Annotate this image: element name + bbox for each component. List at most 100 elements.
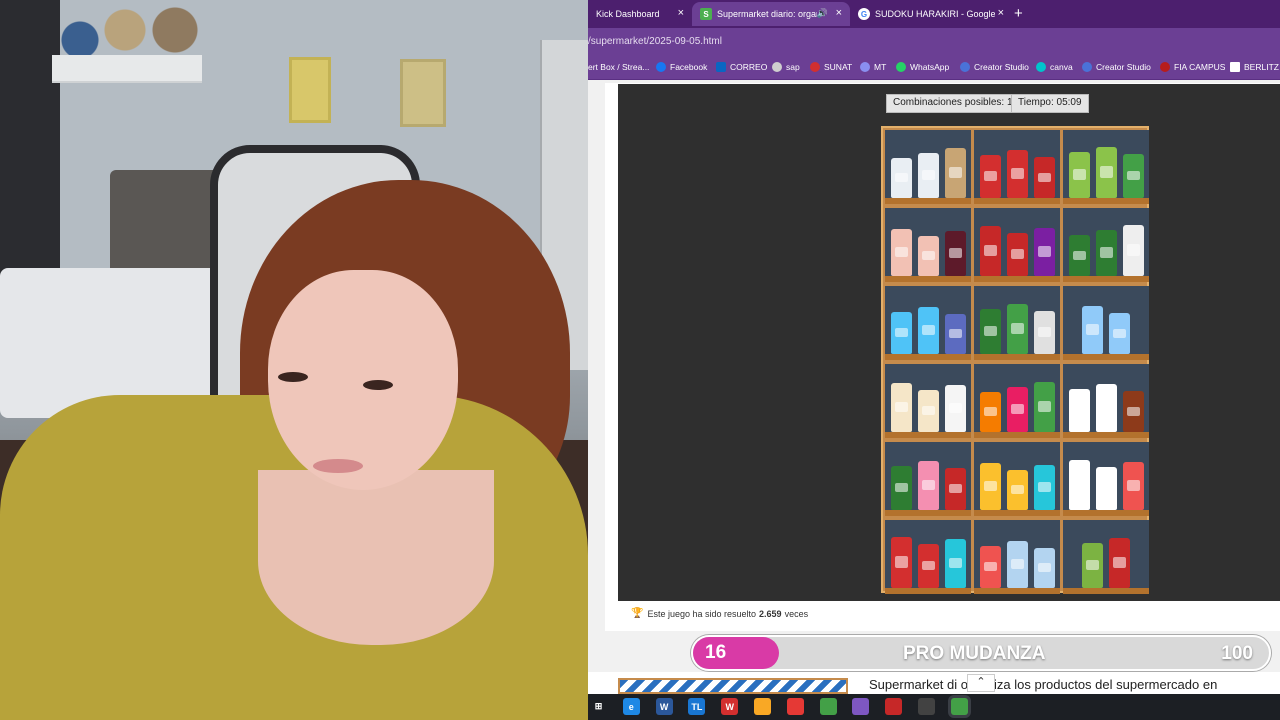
product-item[interactable] <box>1123 225 1144 276</box>
product-item[interactable] <box>980 463 1001 510</box>
wps-icon[interactable]: W <box>721 698 739 715</box>
close-icon[interactable]: × <box>998 7 1004 19</box>
product-item[interactable] <box>1096 384 1117 432</box>
bookmark-item[interactable]: WhatsApp <box>896 62 949 72</box>
tab-sudoku-harakiri[interactable]: G SUDOKU HARAKIRI - Google Sh × <box>850 2 1012 26</box>
product-item[interactable] <box>1007 387 1028 432</box>
shelf-slot[interactable] <box>1063 208 1149 282</box>
edge-icon[interactable]: e <box>622 698 640 715</box>
product-item[interactable] <box>980 546 1001 588</box>
product-item[interactable] <box>891 229 912 276</box>
product-item[interactable] <box>980 226 1001 276</box>
address-bar[interactable]: /supermarket/2025-09-05.html <box>588 28 1280 56</box>
new-tab-button[interactable]: + <box>1014 5 1023 22</box>
product-item[interactable] <box>1007 541 1028 588</box>
bookmark-item[interactable]: sap <box>772 62 800 72</box>
product-item[interactable] <box>945 148 966 198</box>
shelf-slot[interactable] <box>974 286 1060 360</box>
product-item[interactable] <box>918 307 939 354</box>
bookmark-item[interactable]: Creator Studio <box>1082 62 1151 72</box>
shelf-slot[interactable] <box>885 286 971 360</box>
product-item[interactable] <box>945 314 966 354</box>
product-item[interactable] <box>1082 306 1103 354</box>
product-item[interactable] <box>1109 538 1130 588</box>
bookmark-item[interactable]: FIA CAMPUS <box>1160 62 1225 72</box>
shelf-slot[interactable] <box>974 208 1060 282</box>
app-icon[interactable] <box>852 698 870 715</box>
product-item[interactable] <box>1123 391 1144 432</box>
product-item[interactable] <box>980 392 1001 432</box>
shelf-slot[interactable] <box>885 130 971 204</box>
product-item[interactable] <box>918 461 939 510</box>
product-item[interactable] <box>918 236 939 276</box>
close-icon[interactable]: × <box>836 7 842 19</box>
bookmark-item[interactable]: ert Box / Strea... <box>588 62 649 72</box>
close-icon[interactable]: × <box>678 7 684 19</box>
video-icon[interactable] <box>885 698 903 715</box>
product-item[interactable] <box>945 539 966 588</box>
scroll-to-top-button[interactable]: ⌃ <box>967 674 995 692</box>
bookmark-item[interactable]: Facebook <box>656 62 707 72</box>
clock-icon[interactable] <box>918 698 935 715</box>
next-article[interactable]: Supermarket di organiza los productos de… <box>588 672 1280 694</box>
file-explorer-icon[interactable] <box>754 698 771 715</box>
product-item[interactable] <box>1007 470 1028 510</box>
speaker-icon[interactable]: 🔊 <box>817 8 828 19</box>
bookmark-item[interactable]: canva <box>1036 62 1073 72</box>
product-item[interactable] <box>1069 389 1090 432</box>
shelf-slot[interactable] <box>1063 130 1149 204</box>
shelf-slot[interactable] <box>1063 442 1149 516</box>
product-item[interactable] <box>1007 150 1028 198</box>
article-title[interactable]: Supermarket di organiza los productos de… <box>869 677 1217 692</box>
product-item[interactable] <box>891 383 912 432</box>
product-item[interactable] <box>945 468 966 510</box>
product-item[interactable] <box>980 309 1001 354</box>
product-item[interactable] <box>945 231 966 276</box>
product-item[interactable] <box>1123 154 1144 198</box>
tab-kick-dashboard[interactable]: Kick Dashboard × <box>588 2 692 26</box>
shelf-slot[interactable] <box>1063 520 1149 594</box>
product-item[interactable] <box>1109 313 1130 354</box>
shelf-slot[interactable] <box>1063 364 1149 438</box>
product-item[interactable] <box>1007 233 1028 276</box>
tab-supermarket[interactable]: S Supermarket diario: organiz 🔊 × <box>692 2 850 26</box>
product-item[interactable] <box>1096 467 1117 510</box>
shelf-slot[interactable] <box>885 364 971 438</box>
product-item[interactable] <box>945 385 966 432</box>
product-item[interactable] <box>918 390 939 432</box>
product-item[interactable] <box>980 155 1001 198</box>
shelf-slot[interactable] <box>885 520 971 594</box>
product-item[interactable] <box>1123 462 1144 510</box>
bookmark-item[interactable]: BERLITZ <box>1230 62 1279 72</box>
product-item[interactable] <box>1007 304 1028 354</box>
product-item[interactable] <box>891 537 912 588</box>
tl-icon[interactable]: TL <box>688 698 706 715</box>
product-item[interactable] <box>1069 460 1090 510</box>
product-item[interactable] <box>1096 147 1117 198</box>
shelf-slot[interactable] <box>885 442 971 516</box>
shelf-slot[interactable] <box>885 208 971 282</box>
product-item[interactable] <box>1034 157 1055 198</box>
shelf-slot[interactable] <box>974 442 1060 516</box>
task-view-icon[interactable]: ⊞ <box>590 698 607 715</box>
article-thumbnail[interactable] <box>618 678 848 694</box>
chrome-active-icon[interactable] <box>950 698 968 715</box>
product-item[interactable] <box>1082 543 1103 588</box>
bookmark-item[interactable]: MT <box>860 62 886 72</box>
bookmark-item[interactable]: Creator Studio <box>960 62 1029 72</box>
product-item[interactable] <box>1034 382 1055 432</box>
product-item[interactable] <box>918 153 939 198</box>
product-item[interactable] <box>1069 152 1090 198</box>
bookmark-item[interactable]: CORREO <box>716 62 767 72</box>
product-item[interactable] <box>1034 548 1055 588</box>
shelf-slot[interactable] <box>974 364 1060 438</box>
shelf-slot[interactable] <box>1063 286 1149 360</box>
chrome-icon[interactable] <box>819 698 837 715</box>
product-item[interactable] <box>1034 465 1055 510</box>
word-icon[interactable]: W <box>655 698 673 715</box>
url-text[interactable]: /supermarket/2025-09-05.html <box>588 36 722 47</box>
shelf-slot[interactable] <box>974 520 1060 594</box>
product-item[interactable] <box>918 544 939 588</box>
product-item[interactable] <box>1096 230 1117 276</box>
product-item[interactable] <box>891 466 912 510</box>
